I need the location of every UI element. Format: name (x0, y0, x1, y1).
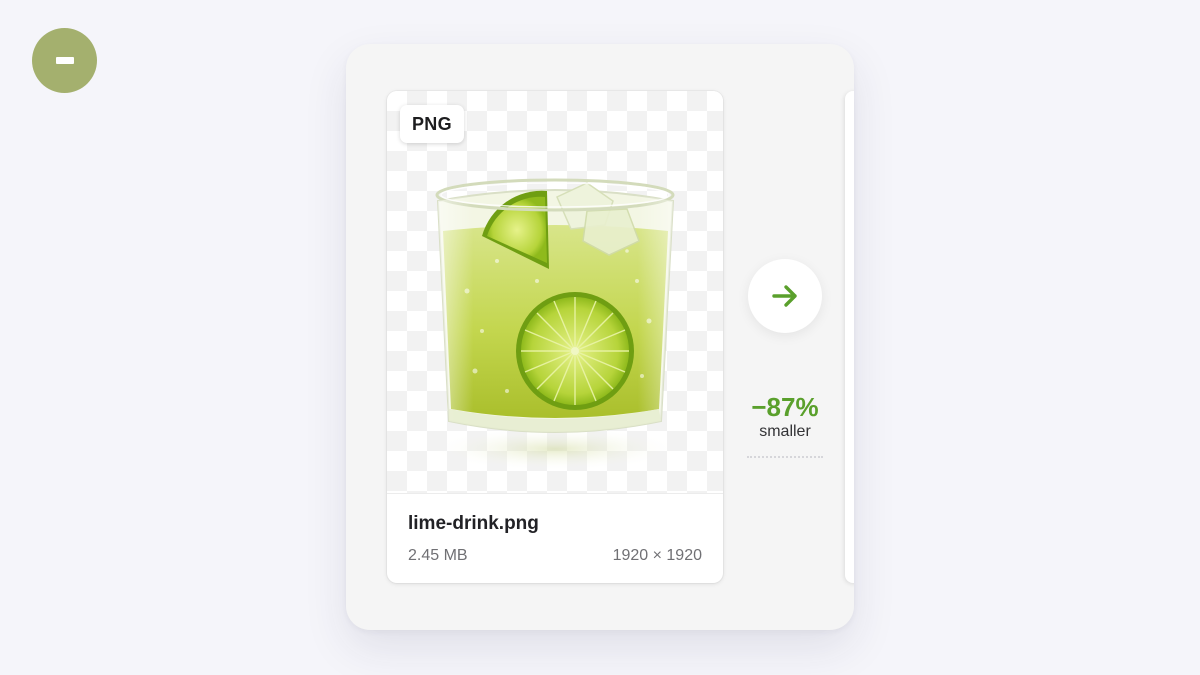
collapse-button[interactable] (32, 28, 97, 93)
image-dimensions: 1920 × 1920 (612, 547, 702, 564)
divider (747, 456, 823, 458)
output-file-card[interactable] (845, 91, 854, 583)
reduction-percent: −87% (751, 392, 819, 422)
minus-icon (55, 57, 74, 64)
format-badge: PNG (400, 105, 464, 143)
image-preview: PNG (387, 91, 723, 494)
source-file-card[interactable]: PNG lime-drink.png 2.45 MB 1920 × 1920 (387, 91, 723, 583)
conversion-panel: PNG lime-drink.png 2.45 MB 1920 × 1920 −… (346, 44, 854, 630)
file-name: lime-drink.png (408, 513, 539, 534)
lime-drink-image (427, 178, 683, 471)
arrow-right-icon (772, 285, 797, 307)
file-info: lime-drink.png 2.45 MB 1920 × 1920 (387, 494, 723, 583)
file-size: 2.45 MB (408, 547, 468, 564)
size-reduction: −87% smaller (738, 392, 832, 458)
reduction-label: smaller (759, 423, 811, 440)
convert-arrow-button[interactable] (748, 259, 822, 333)
